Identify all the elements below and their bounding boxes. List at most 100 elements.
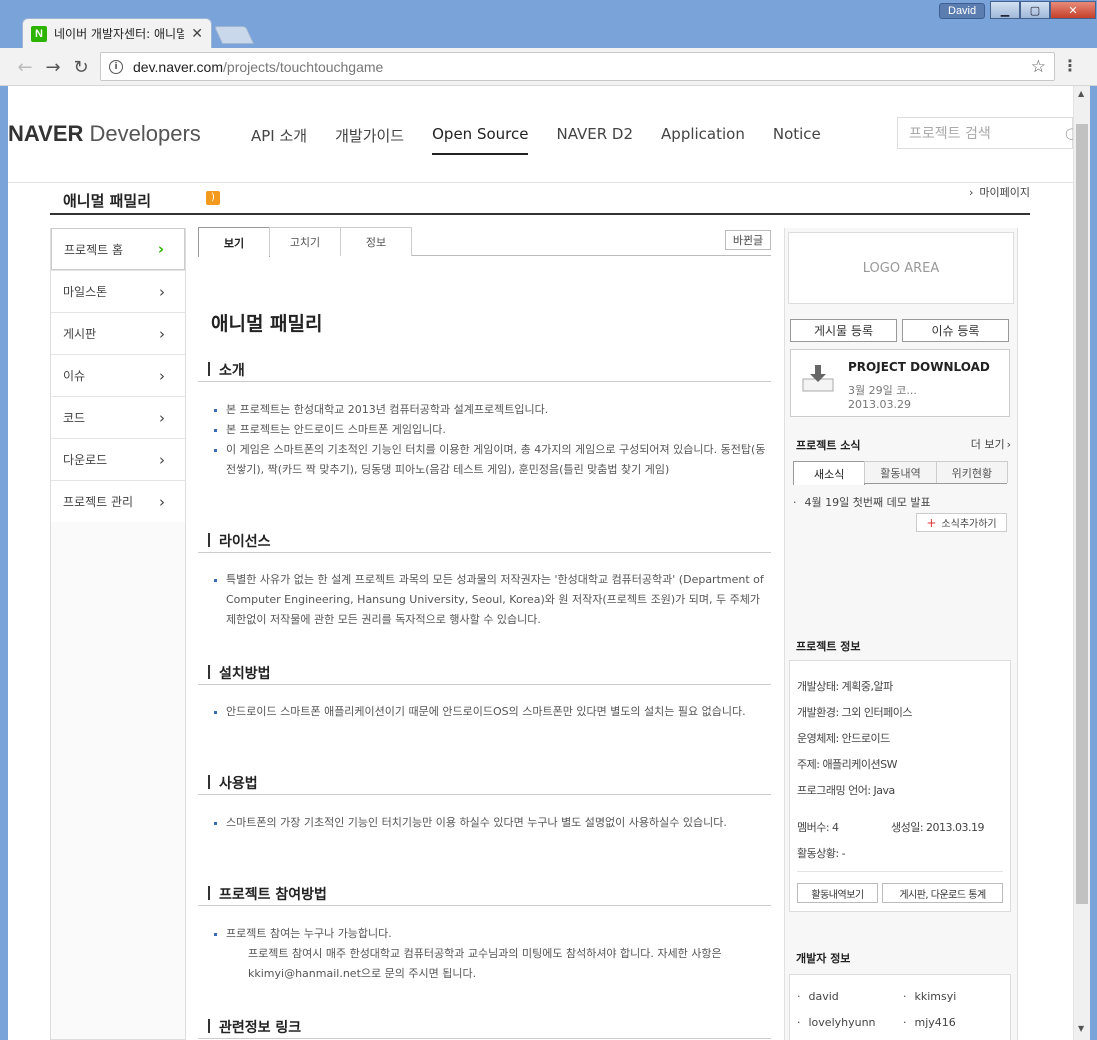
news-more-link[interactable]: 더 보기 [971,436,1011,452]
download-subtitle: 3월 29일 코... [848,384,917,397]
menu-d2[interactable]: NAVER D2 [556,125,633,155]
list-item: 프로젝트 참여는 누구나 가능합니다. [214,924,767,944]
info-members: 멤버수: 4 [797,821,839,834]
list-item: 이 게임은 스마트폰의 기초적인 기능인 터치를 이용한 게임이며, 총 4가지… [214,440,767,480]
browser-tab[interactable]: N 네이버 개발자센터: 애니멀 패밀리 ✕ [22,18,212,48]
history-button[interactable]: 바뀐글 [725,230,771,250]
download-date: 2013.03.29 [848,398,911,411]
maximize-icon[interactable]: ▢ [1020,1,1050,19]
tab-activity[interactable]: 활동내역 [864,461,937,483]
profile-badge[interactable]: David [939,3,986,19]
developer-item[interactable]: mjy416 [903,1016,956,1029]
menu-application[interactable]: Application [661,125,745,155]
developer-item[interactable]: lovelyhyunn [797,1016,876,1029]
menu-open-source[interactable]: Open Source [432,125,529,155]
section-body-install: 안드로이드 스마트폰 애플리케이션이기 때문에 안드로이드OS의 스마트폰만 있… [214,702,767,722]
developer-item[interactable]: david [797,990,839,1003]
section-body-participation: 프로젝트 참여는 누구나 가능합니다. 프로젝트 참여시 매주 한성대학교 컴퓨… [214,924,767,984]
project-search-input[interactable]: 프로젝트 검색 ○ [897,117,1073,149]
reload-icon[interactable]: ↻ [70,56,92,78]
window-controls: ▁ ▢ ✕ [990,1,1096,19]
mypage-link[interactable]: 마이페이지 [969,184,1030,200]
info-os: 운영체제: 안드로이드 [797,732,890,745]
chevron-right-icon: › [159,282,165,301]
project-logo-area: LOGO AREA [788,232,1014,304]
scroll-up-icon[interactable]: ▲ [1078,89,1084,98]
menu-api[interactable]: API 소개 [251,125,307,155]
list-item: 본 프로젝트는 안드로이드 스마트폰 게임입니다. [214,420,767,440]
address-bar[interactable]: i dev.naver.com/projects/touchtouchgame … [100,52,1055,81]
news-tabs: 새소식 활동내역 위키현황 [793,461,1008,485]
news-item[interactable]: 4월 19일 첫번째 데모 발표 [793,494,931,510]
section-body-intro: 본 프로젝트는 한성대학교 2013년 컴퓨터공학과 설계프로젝트입니다. 본 … [214,400,767,480]
back-icon[interactable]: ← [14,56,36,78]
main-menu: API 소개 개발가이드 Open Source NAVER D2 Applic… [251,125,849,155]
browser-menu-icon[interactable]: ⋮ [1062,56,1078,75]
naver-favicon-icon: N [31,25,47,42]
issue-register-button[interactable]: 이슈 등록 [902,319,1009,342]
sidebar-item-project-admin[interactable]: 프로젝트 관리 › [51,480,185,522]
divider [797,871,1003,872]
bookmark-star-icon[interactable]: ☆ [1031,57,1046,77]
developer-item[interactable]: kkimsyi [903,990,957,1003]
sidebar-item-board[interactable]: 게시판 › [51,312,185,354]
project-sidebar: 프로젝트 홈 › 마일스톤 › 게시판 › 이슈 › 코드 › 다운로드 › 프로젝트 관리… [50,228,186,1040]
info-icon[interactable]: i [109,59,123,74]
plus-icon: + [926,515,937,530]
project-header: 애니멀 패밀리 ) 마이페이지 [50,183,1030,215]
sidebar-item-issue[interactable]: 이슈 › [51,354,185,396]
chevron-right-icon: › [159,408,165,427]
vertical-scrollbar[interactable]: ▲ ▼ [1073,86,1090,1040]
participation-note: 프로젝트 참여시 매주 한성대학교 컴퓨터공학과 교수님과의 미팅에도 참석하셔… [248,947,722,980]
project-side-panel: LOGO AREA 게시물 등록 이슈 등록 PROJECT DOWNLOAD … [784,228,1018,1040]
project-info-box: 개발상태: 계획중,알파 개발환경: 그외 인터페이스 운영체제: 안드로이드 … [789,660,1011,912]
url-text[interactable]: dev.naver.com/projects/touchtouchgame [133,59,383,75]
activity-history-button[interactable]: 활동내역보기 [797,883,878,903]
list-item: 스마트폰의 가장 기초적인 기능인 터치기능만 이용 하실수 있다면 누구나 별… [214,813,767,833]
chevron-right-icon: › [157,240,164,258]
developer-list: david kkimsyi lovelyhyunn mjy416 [789,974,1011,1040]
info-status: 개발상태: 계획중,알파 [797,680,893,693]
download-icon [802,365,834,392]
chevron-right-icon: › [159,492,165,511]
section-body-license: 특별한 사유가 없는 한 설계 프로젝트 과목의 모든 성과물의 저작권자는 '… [214,570,767,630]
new-tab-button[interactable] [213,26,255,44]
info-environment: 개발환경: 그외 인터페이스 [797,706,913,719]
menu-guide[interactable]: 개발가이드 [335,125,404,155]
naver-developers-logo[interactable]: NAVER Developers [8,121,201,147]
section-title-license: 라이선스 [198,531,771,553]
tab-info[interactable]: 정보 [340,227,412,256]
post-register-button[interactable]: 게시물 등록 [790,319,897,342]
sidebar-item-project-home[interactable]: 프로젝트 홈 › [51,228,185,270]
add-news-button[interactable]: + 소식추가하기 [916,513,1007,532]
browser-toolbar: ← → ↻ i dev.naver.com/projects/touchtouc… [0,48,1097,86]
forward-icon[interactable]: → [42,56,64,78]
rss-icon[interactable]: ) [206,191,220,205]
info-activity: 활동상황: - [797,847,846,860]
sidebar-item-code[interactable]: 코드 › [51,396,185,438]
scroll-down-icon[interactable]: ▼ [1078,1024,1084,1033]
chevron-right-icon: › [159,324,165,343]
project-news-label: 프로젝트 소식 [796,439,861,452]
sidebar-item-download[interactable]: 다운로드 › [51,438,185,480]
search-icon[interactable]: ○ [1065,124,1073,142]
menu-notice[interactable]: Notice [773,125,821,155]
sidebar-item-milestone[interactable]: 마일스톤 › [51,270,185,312]
minimize-icon[interactable]: ▁ [990,1,1020,19]
scroll-thumb[interactable] [1076,124,1088,904]
chevron-right-icon: › [159,450,165,469]
project-info-label: 프로젝트 정보 [796,640,861,653]
close-tab-icon[interactable]: ✕ [191,26,203,42]
content-tabs: 보기 고치기 정보 [198,227,771,257]
tab-news[interactable]: 새소식 [793,461,866,485]
tab-view[interactable]: 보기 [198,227,270,257]
tab-wiki-status[interactable]: 위키현황 [935,461,1008,483]
tab-edit[interactable]: 고치기 [269,227,341,256]
close-window-icon[interactable]: ✕ [1050,1,1096,19]
list-item: 본 프로젝트는 한성대학교 2013년 컴퓨터공학과 설계프로젝트입니다. [214,400,767,420]
board-download-stats-button[interactable]: 게시판, 다운로드 통계 [882,883,1003,903]
project-download-box[interactable]: PROJECT DOWNLOAD 3월 29일 코... 2013.03.29 [790,349,1010,417]
window-frame-left [0,86,8,1040]
download-title: PROJECT DOWNLOAD [848,360,990,374]
page-viewport: NAVER Developers API 소개 개발가이드 Open Sourc… [8,87,1073,1040]
